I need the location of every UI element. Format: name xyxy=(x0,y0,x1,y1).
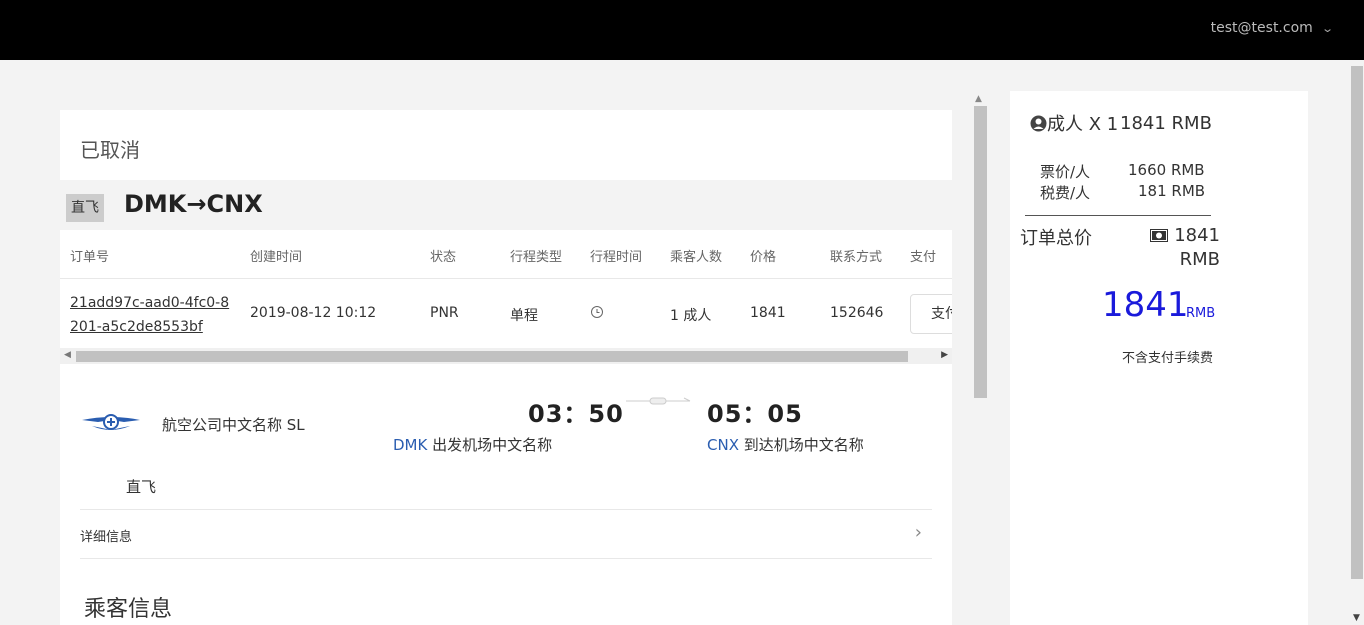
total-value: 1841 RMB xyxy=(1150,224,1220,272)
chevron-right-icon[interactable]: › xyxy=(915,522,922,543)
row-price: 1841 xyxy=(750,305,786,321)
direct-label: 直飞 xyxy=(126,478,157,496)
arrival-time: 05：05 xyxy=(707,400,803,428)
ticket-label: 票价/人 xyxy=(1040,163,1091,181)
scroll-thumb[interactable] xyxy=(1351,66,1363,579)
flight-line-icon xyxy=(626,394,692,413)
vertical-scrollbar[interactable]: ▲ xyxy=(972,92,988,625)
direct-tag: 直飞 xyxy=(66,194,104,222)
created-time: 2019-08-12 10:12 xyxy=(250,305,377,321)
pay-button[interactable]: 支付 xyxy=(910,294,952,334)
tax-value: 181 RMB xyxy=(1138,182,1206,200)
adult-price: 1841 RMB xyxy=(1120,113,1212,134)
airline-name: 航空公司中文名称 SL xyxy=(162,416,305,434)
col-created: 创建时间 xyxy=(250,250,303,265)
scroll-left-icon[interactable]: ◀ xyxy=(64,350,71,360)
user-menu[interactable]: test@test.com ⌄ xyxy=(1211,20,1334,36)
scroll-down-icon[interactable]: ▼ xyxy=(1353,613,1360,623)
row-trip-type: 单程 xyxy=(510,308,538,324)
airline-logo-icon xyxy=(80,408,142,442)
col-passengers: 乘客人数 xyxy=(670,250,723,265)
horizontal-scrollbar[interactable]: ◀ ▶ xyxy=(60,348,952,364)
col-price: 价格 xyxy=(750,250,777,265)
departure-airport-name: 出发机场中文名称 xyxy=(432,436,553,454)
scroll-up-icon[interactable]: ▲ xyxy=(975,94,982,104)
col-pay: 支付 xyxy=(910,250,937,265)
col-trip-time: 行程时间 xyxy=(590,250,643,265)
order-number-link[interactable]: 21add97c-aad0-4fc0-8201-a5c2de8553bf xyxy=(70,291,230,339)
scroll-right-icon[interactable]: ▶ xyxy=(941,350,948,360)
passenger-info-title: 乘客信息 xyxy=(84,597,173,622)
detail-info-row[interactable]: 详细信息 › xyxy=(80,509,932,559)
row-passengers: 1 成人 xyxy=(670,308,712,324)
chevron-down-icon[interactable]: ⌄ xyxy=(1321,22,1334,35)
fee-note: 不含支付手续费 xyxy=(1122,351,1214,366)
order-card: 已取消 直飞 DMK→CNX 订单号 创建时间 状态 行程类型 行程时间 乘客人… xyxy=(60,110,952,625)
total-label: 订单总价 xyxy=(1020,228,1092,249)
scroll-thumb[interactable] xyxy=(76,351,908,362)
arrival-airport-name: 到达机场中文名称 xyxy=(743,436,864,454)
adult-label: 成人 X 1 xyxy=(1047,114,1119,135)
departure-time: 03：50 xyxy=(528,400,624,428)
grand-total-unit: RMB xyxy=(1186,306,1216,321)
route-band: 直飞 DMK→CNX xyxy=(60,180,952,230)
row-contact: 152646 xyxy=(830,305,884,321)
arrival-airport: CNX 到达机场中文名称 xyxy=(707,434,864,455)
col-status: 状态 xyxy=(430,250,457,265)
departure-code: DMK xyxy=(393,436,428,454)
money-icon xyxy=(1150,225,1169,246)
departure-airport: DMK 出发机场中文名称 xyxy=(393,434,552,455)
row-status: PNR xyxy=(430,305,459,321)
user-email[interactable]: test@test.com xyxy=(1211,20,1313,36)
order-table: 订单号 创建时间 状态 行程类型 行程时间 乘客人数 价格 联系方式 支付 21… xyxy=(60,230,952,349)
page-scrollbar[interactable]: ▼ xyxy=(1350,60,1364,625)
ticket-value: 1660 RMB xyxy=(1128,161,1205,179)
col-trip-type: 行程类型 xyxy=(510,250,563,265)
user-icon xyxy=(1030,114,1047,135)
route-title: DMK→CNX xyxy=(124,190,263,218)
total-amount: 1841 RMB xyxy=(1174,225,1220,270)
tax-label: 税费/人 xyxy=(1040,184,1091,202)
scroll-thumb[interactable] xyxy=(974,106,987,398)
table-row: 21add97c-aad0-4fc0-8201-a5c2de8553bf 201… xyxy=(60,279,952,349)
arrival-code: CNX xyxy=(707,436,739,454)
col-contact: 联系方式 xyxy=(830,250,883,265)
flight-info: 航空公司中文名称 SL 03：50 05：05 DMK 出发机场中文名称 CNX… xyxy=(60,366,952,625)
col-order-no: 订单号 xyxy=(70,250,110,265)
order-status: 已取消 xyxy=(80,138,140,162)
price-summary: 成人 X 1 1841 RMB 票价/人 1660 RMB 税费/人 181 R… xyxy=(1010,91,1308,625)
divider xyxy=(1025,215,1211,216)
grand-total: 1841 xyxy=(1102,285,1189,325)
detail-info-label[interactable]: 详细信息 xyxy=(80,526,132,545)
table-header: 订单号 创建时间 状态 行程类型 行程时间 乘客人数 价格 联系方式 支付 xyxy=(60,230,952,279)
top-bar: test@test.com ⌄ xyxy=(0,0,1364,60)
clock-icon xyxy=(590,305,604,323)
